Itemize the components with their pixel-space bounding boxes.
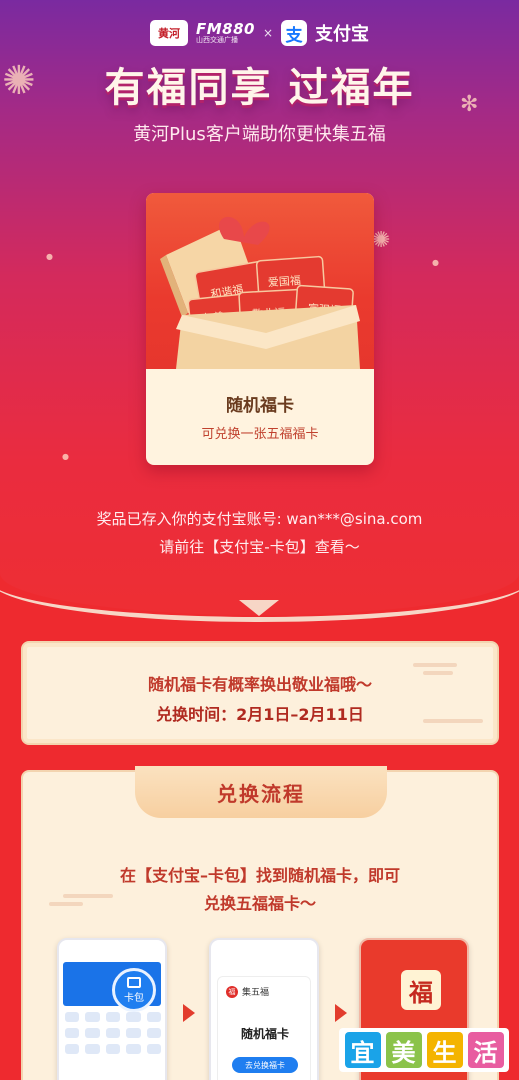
fm-brand-subtitle: 山西交通广播 — [195, 35, 238, 44]
jiwufu-header: 福 集五福 — [226, 985, 269, 998]
brand-row: 黄河 FM880 山西交通广播 × 支 支付宝 — [0, 16, 519, 50]
times-sign: × — [262, 26, 274, 40]
gift-box-illustration: 和谐福 爱国福 友善 敬业福 富强福 — [146, 193, 374, 369]
cardbag-badge: 卡包 — [112, 968, 156, 1012]
sparkle-icon: ● — [46, 252, 53, 261]
wallet-icon — [127, 976, 141, 988]
sparkle-icon: ● — [432, 258, 439, 267]
fu-character-icon: 福 — [401, 970, 441, 1010]
watermark-char: 美 — [385, 1032, 422, 1068]
page-title: 有福同享 过福年 — [104, 65, 415, 111]
fu-card-label: 爱国福 — [267, 273, 301, 289]
info-probability-text: 随机福卡有概率换出敬业福哦～ — [147, 675, 372, 694]
info-box: 随机福卡有概率换出敬业福哦～ 兑换时间：2月1日–2月11日 — [21, 641, 499, 745]
watermark: 宜 美 生 活 — [339, 1028, 509, 1072]
account-notice: 奖品已存入你的支付宝账号: wan***@sina.com — [96, 510, 423, 528]
step-arrow-icon — [335, 1004, 347, 1022]
watermark-char: 生 — [426, 1032, 463, 1068]
process-title: 兑换流程 — [217, 781, 305, 806]
sparkle-icon: ● — [62, 452, 69, 461]
fm-brand: FM880 山西交通广播 — [195, 19, 255, 45]
prize-title: 随机福卡 — [226, 396, 294, 416]
process-instruction-2: 兑换五福福卡～ — [203, 894, 316, 913]
process-header: 兑换流程 — [135, 766, 387, 818]
alipay-app-grid — [65, 1012, 161, 1054]
fm-brand-name: FM880 — [195, 19, 255, 38]
page-subtitle: 黄河Plus客户端助你更快集五福 — [133, 124, 386, 145]
jiwufu-label: 集五福 — [242, 988, 270, 998]
cloud-decoration — [413, 663, 457, 667]
cardbag-hint: 请前往【支付宝-卡包】查看～ — [159, 538, 360, 556]
watermark-char: 宜 — [344, 1032, 381, 1068]
fu-dot-icon: 福 — [226, 985, 238, 998]
random-fu-card-title: 随机福卡 — [240, 1027, 289, 1041]
fu-card-panel: 福 集五福 随机福卡 去兑换福卡 — [217, 976, 311, 1080]
step2-phone-screenshot: 福 集五福 随机福卡 去兑换福卡 — [209, 938, 319, 1080]
watermark-char: 活 — [467, 1032, 504, 1068]
info-exchange-time: 兑换时间：2月1日–2月11日 — [156, 705, 364, 724]
prize-description: 可兑换一张五福福卡 — [201, 427, 319, 442]
process-instruction-1: 在【支付宝–卡包】找到随机福卡，即可 — [119, 866, 400, 885]
alipay-brand-name: 支付宝 — [315, 24, 370, 45]
alipay-logo-icon: 支 — [281, 20, 308, 46]
gift-box-icon: 和谐福 爱国福 友善 敬业福 富强福 — [160, 216, 360, 369]
go-exchange-button: 去兑换福卡 — [232, 1057, 298, 1073]
prize-card[interactable]: 和谐福 爱国福 友善 敬业福 富强福 随机福卡 可兑换一张五福福卡 — [146, 193, 374, 465]
step1-phone-screenshot — [57, 938, 167, 1080]
firework-icon: ✺ — [372, 228, 391, 253]
cardbag-badge-label: 卡包 — [124, 992, 144, 1004]
huanghe-logo: 黄河 — [149, 20, 188, 46]
step-arrow-icon — [183, 1004, 195, 1022]
